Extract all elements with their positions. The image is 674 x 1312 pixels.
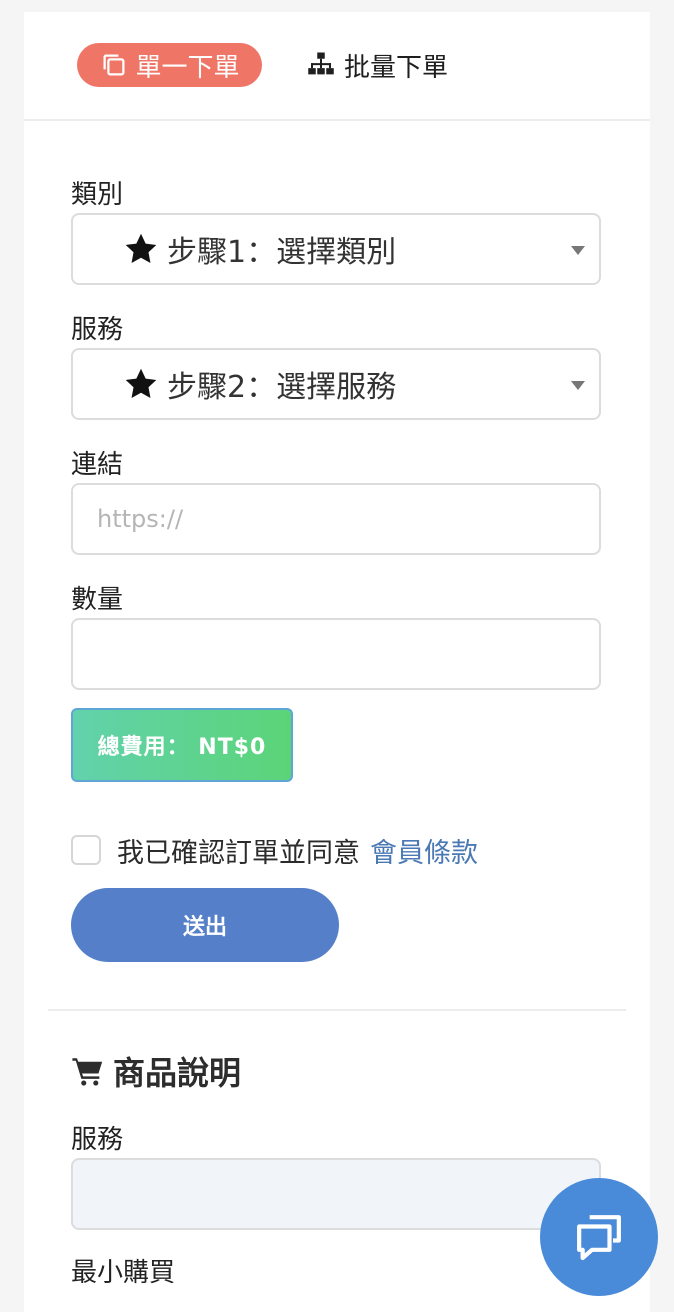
copy-icon <box>103 54 125 76</box>
chevron-down-icon <box>571 246 585 255</box>
link-field-wrapper <box>71 483 601 555</box>
description-title: 商品說明 <box>71 1048 241 1094</box>
tab-batch-label: 批量下單 <box>344 52 449 83</box>
link-input[interactable] <box>73 485 599 553</box>
tab-single-label: 單一下單 <box>135 52 240 83</box>
order-tabs: 單一下單 批量下單 <box>24 12 650 121</box>
category-label: 類別 <box>71 180 124 210</box>
description-service-label: 服務 <box>71 1125 124 1155</box>
category-select-text: 步驟1：選擇類別 <box>167 235 397 270</box>
cart-icon <box>72 1058 103 1086</box>
total-fee-badge: 總費用： NT$0 <box>71 708 293 782</box>
link-label: 連結 <box>71 450 124 480</box>
agree-text: 我已確認訂單並同意 <box>117 837 360 869</box>
agree-checkbox[interactable] <box>71 835 101 865</box>
service-select-value: 步驟2：選擇服務 <box>123 350 396 418</box>
chevron-down-icon <box>571 381 585 390</box>
description-title-text: 商品說明 <box>113 1054 242 1092</box>
quantity-field-wrapper <box>71 618 601 690</box>
chat-button[interactable] <box>540 1178 658 1296</box>
star-icon <box>125 368 157 398</box>
service-select[interactable]: 步驟2：選擇服務 <box>71 348 601 420</box>
description-service-field <box>71 1158 601 1230</box>
quantity-label: 數量 <box>71 585 124 615</box>
terms-agreement: 我已確認訂單並同意 會員條款 <box>71 830 478 870</box>
star-icon <box>125 233 157 263</box>
order-card: 單一下單 批量下單 類別 步驟1：選擇類別 服務 步驟2：選擇服務 連結 htt… <box>24 12 650 1312</box>
submit-button[interactable]: 送出 <box>71 888 339 962</box>
service-label: 服務 <box>71 315 124 345</box>
service-select-text: 步驟2：選擇服務 <box>167 370 397 405</box>
category-select[interactable]: 步驟1：選擇類別 <box>71 213 601 285</box>
min-purchase-label: 最小購買 <box>71 1258 176 1288</box>
tab-batch-order[interactable]: 批量下單 <box>306 43 448 87</box>
chat-icon <box>577 1215 621 1261</box>
quantity-input[interactable] <box>73 620 599 688</box>
terms-link[interactable]: 會員條款 <box>370 831 478 870</box>
tab-single-order[interactable]: 單一下單 <box>77 43 262 87</box>
category-select-value: 步驟1：選擇類別 <box>123 215 396 283</box>
section-divider <box>48 1009 626 1011</box>
sitemap-icon <box>308 52 334 75</box>
